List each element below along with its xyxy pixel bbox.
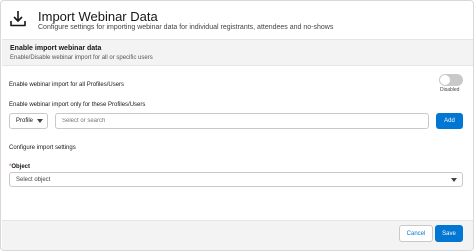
import-specific-label: Enable webinar import only for these Pro… (9, 102, 146, 108)
toggle-knob (440, 75, 450, 85)
chevron-down-icon (451, 178, 457, 182)
object-select[interactable]: Select object (9, 172, 463, 187)
object-label-text: Object (11, 164, 31, 170)
import-all-toggle[interactable] (439, 74, 463, 86)
profile-type-value: Profile (16, 118, 34, 124)
page-title: Import Webinar Data (38, 9, 158, 24)
chevron-down-icon (37, 119, 43, 123)
section-header: Enable import webinar data Enable/Disabl… (2, 39, 473, 66)
add-button[interactable]: Add (436, 113, 463, 129)
profile-type-select[interactable]: Profile (9, 113, 48, 129)
import-all-label: Enable webinar import for all Profiles/U… (9, 82, 125, 88)
configure-settings-label: Configure import settings (9, 145, 76, 151)
section-title: Enable import webinar data (10, 45, 102, 52)
profile-search-input[interactable] (55, 113, 429, 129)
modal-header: Import Webinar Data Configure settings f… (1, 1, 473, 39)
import-webinar-modal: Import Webinar Data Configure settings f… (0, 0, 474, 251)
save-button[interactable]: Save (435, 225, 463, 242)
object-field-label: *Object (9, 164, 30, 170)
cancel-button[interactable]: Cancel (399, 225, 433, 242)
download-icon (10, 11, 26, 27)
page-subtitle: Configure settings for importing webinar… (38, 24, 334, 31)
object-select-placeholder: Select object (16, 176, 51, 183)
toggle-state-label: Disabled (440, 87, 460, 93)
section-description: Enable/Disable webinar import for all or… (10, 55, 153, 61)
